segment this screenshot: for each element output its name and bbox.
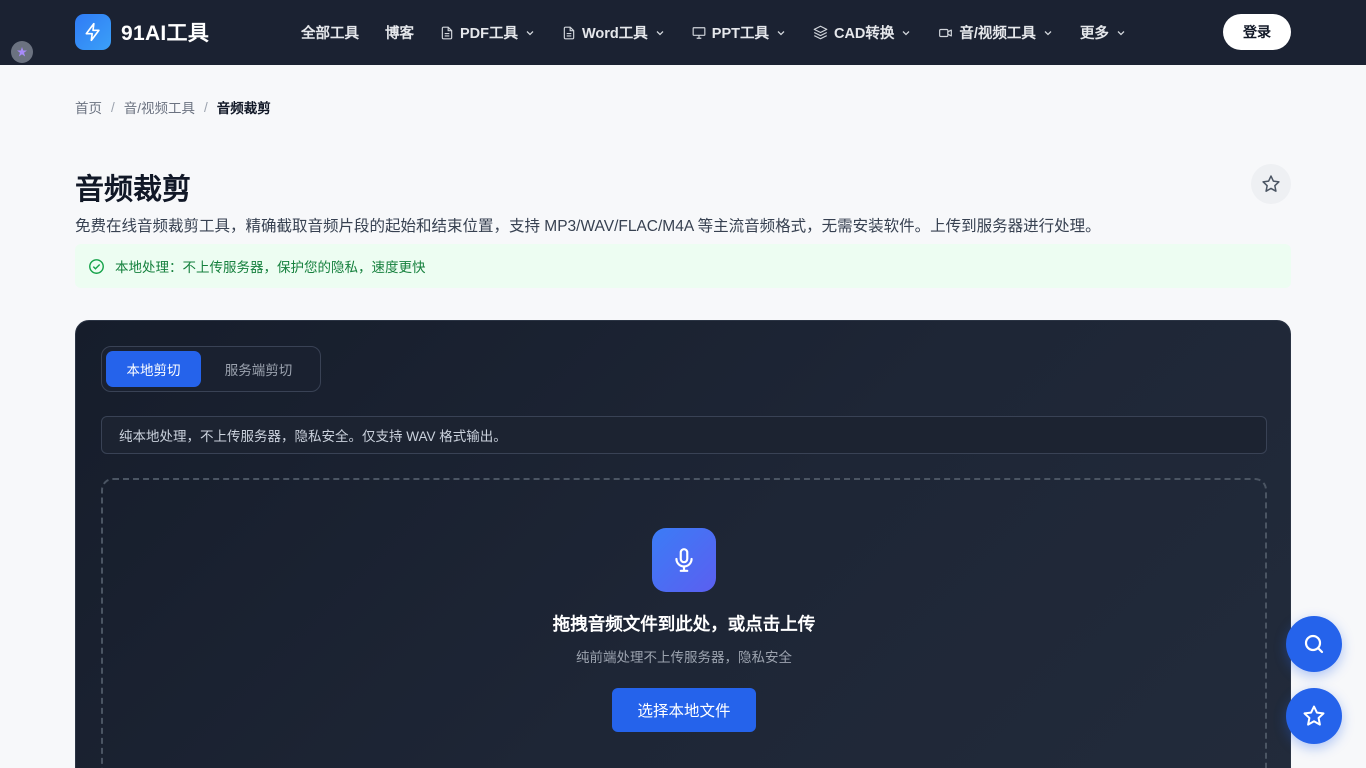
chevron-down-icon <box>1117 30 1125 35</box>
lightning-icon <box>75 14 111 50</box>
choose-file-button[interactable]: 选择本地文件 <box>612 688 756 732</box>
top-navbar: 91AI工具 全部工具 博客 PDF工具 Word工具 PPT工具 CAD转换 <box>0 0 1366 65</box>
nav-more[interactable]: 更多 <box>1080 22 1127 43</box>
mode-tabs: 本地剪切 服务端剪切 <box>101 346 321 392</box>
breadcrumb-home[interactable]: 首页 <box>75 97 102 117</box>
file-icon <box>563 26 575 39</box>
nav-blog[interactable]: 博客 <box>385 22 414 43</box>
login-button[interactable]: 登录 <box>1223 14 1291 50</box>
presentation-icon <box>692 26 706 39</box>
nav-word-tools[interactable]: Word工具 <box>562 22 666 43</box>
assistant-widget-icon[interactable] <box>11 41 33 63</box>
nav-label: CAD转换 <box>833 26 895 42</box>
chevron-down-icon <box>1044 30 1052 35</box>
dropzone-subtitle: 纯前端处理不上传服务器，隐私安全 <box>576 650 792 665</box>
chevron-down-icon <box>526 30 534 35</box>
nav-all-tools[interactable]: 全部工具 <box>301 22 359 43</box>
check-circle-icon <box>89 258 104 274</box>
nav-ppt-tools[interactable]: PPT工具 <box>692 22 787 43</box>
site-logo[interactable]: 91AI工具 <box>75 14 209 50</box>
search-fab[interactable] <box>1286 616 1342 672</box>
logo-text: 91AI工具 <box>121 22 210 45</box>
main-nav: 全部工具 博客 PDF工具 Word工具 PPT工具 CAD转换 音/视频工具 <box>301 0 1153 65</box>
breadcrumb-current: 音频裁剪 <box>216 101 271 116</box>
video-icon <box>939 28 953 37</box>
nav-label: 博客 <box>385 26 414 42</box>
tab-local-trim[interactable]: 本地剪切 <box>106 351 202 387</box>
chevron-down-icon <box>656 30 664 35</box>
file-icon <box>441 26 453 39</box>
local-processing-notice: 本地处理：不上传服务器，保护您的隐私，速度更快 <box>75 244 1291 288</box>
star-icon <box>1262 175 1280 192</box>
chevron-down-icon <box>902 30 910 35</box>
notice-text: 本地处理：不上传服务器，保护您的隐私，速度更快 <box>115 260 426 275</box>
audio-dropzone[interactable]: 拖拽音频文件到此处，或点击上传 纯前端处理不上传服务器，隐私安全 选择本地文件 <box>101 478 1267 768</box>
nav-label: Word工具 <box>582 26 648 42</box>
favorites-fab[interactable] <box>1286 688 1342 744</box>
nav-cad-convert[interactable]: CAD转换 <box>813 22 912 43</box>
microphone-icon <box>652 528 716 592</box>
star-icon <box>1303 705 1325 726</box>
breadcrumb: 首页 / 音/视频工具 / 音频裁剪 <box>75 97 271 117</box>
mode-info: 纯本地处理，不上传服务器，隐私安全。仅支持 WAV 格式输出。 <box>101 416 1267 454</box>
nav-label: PDF工具 <box>460 26 518 42</box>
nav-pdf-tools[interactable]: PDF工具 <box>440 22 536 43</box>
favorite-button[interactable] <box>1251 164 1291 204</box>
breadcrumb-separator: / <box>204 99 208 115</box>
layers-icon <box>813 25 828 40</box>
page-title: 音频裁剪 <box>75 174 192 206</box>
nav-label: 更多 <box>1079 26 1109 42</box>
breadcrumb-separator: / <box>111 99 115 115</box>
chevron-down-icon <box>777 30 785 35</box>
nav-label: 全部工具 <box>301 26 359 42</box>
search-icon <box>1304 634 1324 654</box>
dropzone-title: 拖拽音频文件到此处，或点击上传 <box>552 614 816 634</box>
tab-server-trim[interactable]: 服务端剪切 <box>201 351 316 387</box>
page-description: 免费在线音频裁剪工具，精确截取音频片段的起始和结束位置，支持 MP3/WAV/F… <box>75 218 1101 235</box>
nav-label: PPT工具 <box>711 26 769 42</box>
nav-label: 音/视频工具 <box>959 26 1036 42</box>
audio-trim-panel: 本地剪切 服务端剪切 纯本地处理，不上传服务器，隐私安全。仅支持 WAV 格式输… <box>75 320 1291 768</box>
nav-av-tools[interactable]: 音/视频工具 <box>938 22 1054 43</box>
breadcrumb-category[interactable]: 音/视频工具 <box>124 97 195 117</box>
